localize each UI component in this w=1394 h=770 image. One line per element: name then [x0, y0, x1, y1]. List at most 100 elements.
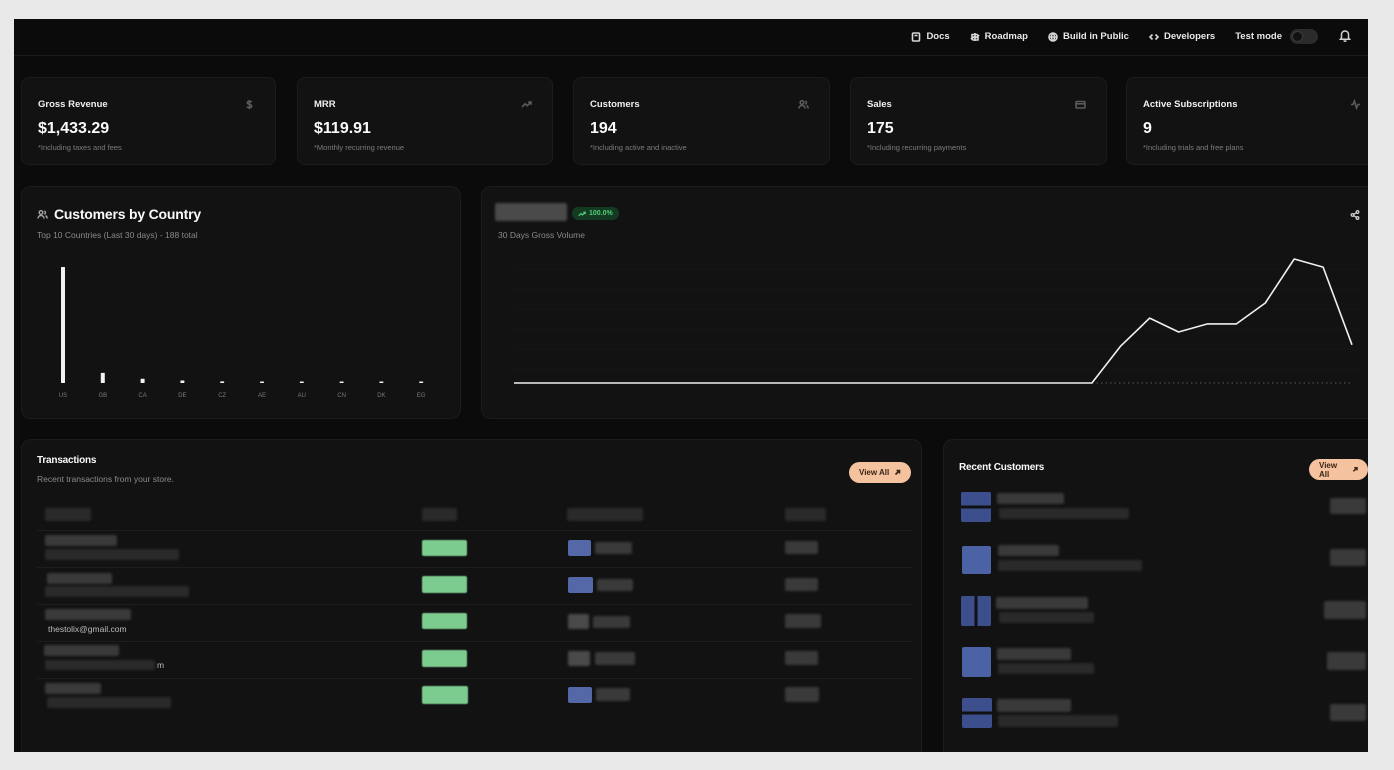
stat-card-sales: Sales 175 *Including recurring payments	[850, 77, 1107, 165]
tick-label-us: US	[59, 393, 67, 399]
bar-cn	[339, 381, 344, 383]
bar-ae	[260, 381, 264, 383]
customer-name-redacted	[45, 683, 101, 694]
flag-icon	[568, 540, 591, 556]
customer-email-redacted	[999, 508, 1129, 519]
country-redacted	[595, 652, 635, 665]
stat-note: *Monthly recurring revenue	[314, 143, 405, 152]
tick-label-ae: AE	[258, 393, 266, 399]
row-divider	[37, 567, 913, 568]
globe-icon	[1048, 31, 1058, 42]
transactions-panel: Transactions Recent transactions from yo…	[21, 439, 922, 752]
stat-label: Customers	[590, 99, 640, 110]
amount-redacted	[1324, 601, 1366, 619]
column-header-redacted	[785, 508, 826, 521]
amount-redacted	[1330, 704, 1366, 721]
tick-label-eg: EG	[417, 393, 426, 399]
row-divider	[37, 641, 913, 642]
customer-name-redacted	[44, 645, 119, 656]
stat-note: *Including taxes and fees	[38, 143, 122, 152]
customer-email-redacted	[45, 586, 189, 597]
column-header-redacted	[45, 508, 91, 521]
build-in-public-link[interactable]: Build in Public	[1048, 31, 1129, 42]
customer-name-redacted	[997, 493, 1064, 504]
developers-link[interactable]: Developers	[1148, 31, 1216, 42]
bar-us	[61, 267, 65, 383]
top-bar: Docs Roadmap Build in Public Developers …	[14, 19, 1368, 56]
amount-redacted	[1327, 652, 1366, 670]
stat-card-customers: Customers 194 *Including active and inac…	[573, 77, 830, 165]
book-icon	[912, 31, 921, 42]
stat-note: *Including trials and free plans	[1143, 143, 1244, 152]
customer-name-redacted	[996, 597, 1088, 609]
arrow-up-right-icon	[895, 469, 901, 476]
bar-ca	[140, 378, 145, 383]
app-window: Docs Roadmap Build in Public Developers …	[14, 19, 1368, 752]
flag-icon	[568, 577, 593, 593]
amount-redacted	[1330, 549, 1366, 566]
customer-email-redacted	[45, 660, 155, 670]
country-bar-chart: US GB CA DE CZ AE AU CN DK EG	[59, 267, 426, 399]
country-redacted	[596, 688, 630, 701]
customer-name-redacted	[998, 545, 1059, 556]
bar-dk	[379, 381, 384, 383]
bar-au	[299, 381, 304, 383]
country-redacted	[593, 616, 630, 628]
gross-volume-line-chart	[514, 258, 1362, 384]
avatar	[962, 546, 991, 574]
avatar	[961, 596, 991, 626]
tick-label-dk: DK	[377, 393, 385, 399]
tick-label-gb: GB	[98, 393, 107, 399]
dollar-icon	[244, 97, 255, 109]
status-badge	[422, 613, 467, 629]
flag-icon	[568, 687, 592, 703]
transactions-subtitle: Recent transactions from your store.	[37, 474, 175, 484]
toggle-knob	[1292, 31, 1303, 42]
gross-volume-panel: 100.0% 30 Days Gross Volume	[481, 186, 1368, 419]
email-fragment: m	[157, 660, 165, 670]
status-badge	[422, 650, 467, 667]
stat-note: *Including recurring payments	[867, 143, 967, 152]
column-header-redacted	[422, 508, 457, 521]
bar-gb	[100, 372, 105, 383]
status-badge	[422, 686, 468, 704]
stat-value: $119.91	[314, 120, 371, 137]
notifications-button[interactable]	[1338, 28, 1352, 45]
stat-value: $1,433.29	[38, 120, 110, 137]
customer-email-redacted	[998, 715, 1118, 727]
country-redacted	[597, 579, 633, 591]
transactions-view-all-button[interactable]: View All	[849, 462, 912, 483]
customer-email-redacted	[998, 560, 1142, 571]
country-redacted	[595, 542, 632, 554]
docs-link[interactable]: Docs	[911, 31, 950, 42]
amount-redacted	[785, 578, 818, 591]
roadmap-link[interactable]: Roadmap	[969, 31, 1028, 42]
recent-customers-title: Recent Customers	[959, 462, 1045, 473]
stat-label: Active Subscriptions	[1143, 99, 1238, 110]
test-mode-toggle[interactable]	[1290, 29, 1318, 44]
series-line	[514, 258, 1353, 384]
avatar	[962, 647, 991, 677]
stat-value: 175	[867, 120, 894, 137]
tick-label-cn: CN	[337, 393, 346, 399]
customers-view-all-button[interactable]: View All	[1309, 459, 1368, 480]
recent-customers-panel: Recent Customers View All	[943, 439, 1368, 752]
developers-label: Developers	[1163, 31, 1216, 42]
customer-email-redacted	[47, 697, 171, 708]
customer-email-redacted	[998, 663, 1094, 674]
tick-label-ca: CA	[138, 393, 146, 399]
top-nav: Docs Roadmap Build in Public Developers …	[911, 28, 1352, 45]
row-divider	[37, 604, 913, 605]
roadmap-label: Roadmap	[984, 31, 1028, 42]
stat-label: MRR	[314, 99, 336, 110]
test-mode-label: Test mode	[1235, 31, 1282, 42]
bar-eg	[419, 381, 424, 383]
bell-icon	[1338, 30, 1352, 42]
credit-card-icon	[1075, 97, 1086, 109]
activity-icon	[1350, 97, 1361, 111]
customers-by-country-panel: Customers by Country Top 10 Countries (L…	[21, 186, 461, 419]
bar-cz	[220, 381, 225, 383]
amount-redacted	[785, 541, 818, 554]
tick-label-cz: CZ	[218, 393, 226, 399]
stat-note: *Including active and inactive	[590, 143, 687, 152]
